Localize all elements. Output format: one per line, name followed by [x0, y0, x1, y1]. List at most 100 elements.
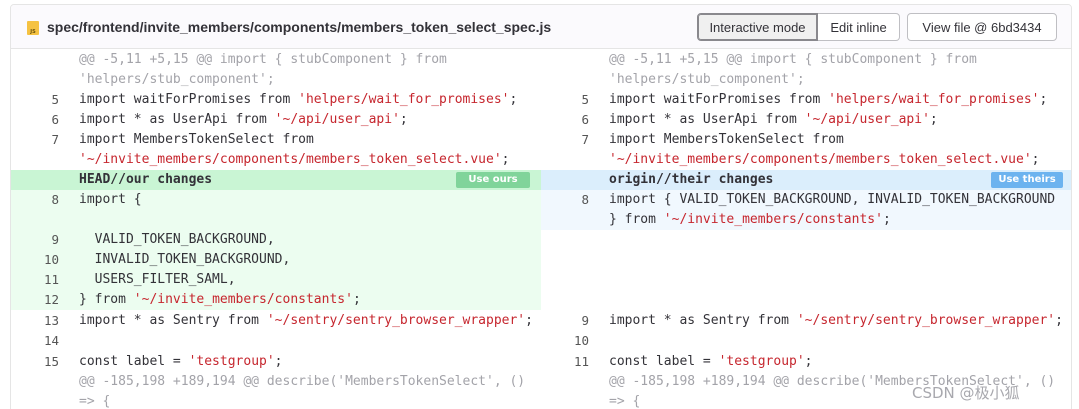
- diff-file: JS spec/frontend/invite_members/componen…: [10, 4, 1072, 409]
- line-number: 8: [581, 192, 589, 207]
- interactive-mode-button[interactable]: Interactive mode: [697, 13, 818, 41]
- use-ours-button[interactable]: Use ours: [456, 172, 530, 188]
- code-string: 'helpers/wait_for_promises': [828, 92, 1040, 107]
- code-line: '~/invite_members/components/members_tok…: [79, 150, 539, 170]
- file-path[interactable]: spec/frontend/invite_members/components/…: [47, 19, 551, 35]
- line-number: 14: [43, 333, 59, 348]
- ours-bg: [11, 210, 541, 230]
- line-number: 5: [581, 92, 589, 107]
- line-number: 10: [43, 252, 59, 267]
- code-line: import waitForPromises from 'helpers/wai…: [609, 90, 1064, 110]
- code-text: ;: [1039, 92, 1048, 107]
- line-number: 9: [51, 232, 59, 247]
- conflict-row: 10 INVALID_TOKEN_BACKGROUND,: [11, 250, 1071, 270]
- code-line: } from '~/invite_members/constants';: [609, 210, 1064, 230]
- line-number: 7: [581, 132, 589, 147]
- conflict-row: 9 VALID_TOKEN_BACKGROUND,: [11, 230, 1071, 250]
- code-text: ;: [804, 354, 813, 369]
- diff-row: 14 10: [11, 331, 1071, 351]
- hunk-header-row: 'helpers/stub_component'; 'helpers/stub_…: [11, 70, 1071, 90]
- diff-row: 6 import * as UserApi from '~/api/user_a…: [11, 110, 1071, 130]
- code-text: import waitForPromises from: [79, 92, 299, 107]
- line-number: 6: [581, 112, 589, 127]
- diff-row: 5 import waitForPromises from 'helpers/w…: [11, 90, 1071, 110]
- code-text: ;: [1055, 313, 1063, 328]
- edit-inline-button[interactable]: Edit inline: [818, 13, 900, 41]
- code-text: ;: [525, 313, 533, 328]
- code-string: 'testgroup': [188, 354, 275, 369]
- code-line: '~/invite_members/components/members_tok…: [609, 150, 1064, 170]
- code-string: '~/api/user_api': [274, 112, 400, 127]
- code-text: import * as UserApi from: [79, 112, 275, 127]
- line-number: 12: [43, 292, 59, 307]
- code-line: VALID_TOKEN_BACKGROUND,: [79, 232, 275, 247]
- use-theirs-button[interactable]: Use theirs: [991, 172, 1063, 188]
- code-text: } from: [79, 292, 134, 307]
- code-text: ;: [509, 92, 518, 107]
- conflict-row: 8 import { 8 import { VALID_TOKEN_BACKGR…: [11, 190, 1071, 210]
- code-string: '~/invite_members/constants': [663, 212, 883, 227]
- code-line: import {: [79, 192, 142, 207]
- conflict-row: 12 } from '~/invite_members/constants';: [11, 290, 1071, 310]
- code-text: ;: [1031, 152, 1040, 167]
- line-number: 7: [51, 132, 59, 147]
- js-file-icon: JS: [27, 21, 39, 35]
- diff-row: '~/invite_members/components/members_tok…: [11, 150, 1071, 170]
- line-number: 9: [581, 313, 589, 328]
- code-line: import { VALID_TOKEN_BACKGROUND, INVALID…: [609, 192, 1056, 207]
- line-number: 5: [51, 92, 59, 107]
- code-text: import * as UserApi from: [609, 112, 805, 127]
- code-line: const label = 'testgroup';: [79, 352, 539, 372]
- code-text: ;: [399, 112, 408, 127]
- code-text: import waitForPromises from: [609, 92, 829, 107]
- hunk-header-left: => {: [79, 394, 111, 409]
- code-string: 'testgroup': [718, 354, 805, 369]
- diff-row: 7 import MembersTokenSelect from 7 impor…: [11, 130, 1071, 150]
- code-string: '~/sentry/sentry_browser_wrapper': [266, 313, 526, 328]
- mode-toggle-group: Interactive mode Edit inline: [697, 13, 900, 41]
- code-text: ;: [882, 212, 891, 227]
- code-line: import * as UserApi from '~/api/user_api…: [79, 110, 539, 130]
- line-number: 15: [43, 354, 59, 369]
- code-text: ;: [274, 354, 283, 369]
- code-string: '~/invite_members/components/members_tok…: [79, 152, 502, 167]
- code-line: import * as Sentry from '~/sentry/sentry…: [79, 311, 539, 331]
- conflict-row: } from '~/invite_members/constants';: [11, 210, 1071, 230]
- code-text: const label =: [79, 354, 189, 369]
- line-number: 10: [573, 333, 589, 348]
- hunk-header-left: @@ -5,11 +5,15 @@ import { stubComponent…: [79, 52, 447, 67]
- hunk-header-left: @@ -185,198 +189,194 @@ describe('Member…: [79, 374, 526, 389]
- code-text: ;: [352, 292, 361, 307]
- code-line: } from '~/invite_members/constants';: [79, 290, 539, 310]
- code-string: '~/api/user_api': [804, 112, 930, 127]
- code-string: '~/sentry/sentry_browser_wrapper': [796, 313, 1056, 328]
- conflict-header-row: HEAD//our changes origin//their changes …: [11, 170, 1071, 190]
- watermark: CSDN @极小狐: [912, 384, 1020, 402]
- code-text: import MembersTokenSelect from: [79, 132, 314, 147]
- code-line: const label = 'testgroup';: [609, 352, 1064, 372]
- code-string: 'helpers/wait_for_promises': [298, 92, 510, 107]
- line-number: 11: [573, 354, 589, 369]
- code-text: import * as Sentry from: [609, 313, 797, 328]
- js-file-icon-label: JS: [30, 29, 36, 35]
- line-number: 13: [43, 313, 59, 328]
- code-line: import MembersTokenSelect from: [609, 130, 1064, 150]
- hunk-header-right: @@ -5,11 +5,15 @@ import { stubComponent…: [609, 52, 977, 67]
- diff-row: 15 const label = 'testgroup'; 11 const l…: [11, 352, 1071, 372]
- code-string: '~/invite_members/constants': [133, 292, 353, 307]
- code-line: import * as Sentry from '~/sentry/sentry…: [609, 311, 1064, 331]
- code-string: '~/invite_members/components/members_tok…: [609, 152, 1032, 167]
- line-number: 8: [51, 192, 59, 207]
- file-header: JS spec/frontend/invite_members/componen…: [11, 5, 1071, 49]
- view-file-button[interactable]: View file @ 6bd3434: [907, 13, 1057, 41]
- code-text: const label =: [609, 354, 719, 369]
- hunk-header-left: 'helpers/stub_component';: [79, 72, 275, 87]
- diff-row: 13 import * as Sentry from '~/sentry/sen…: [11, 311, 1071, 331]
- code-text: import * as Sentry from: [79, 313, 267, 328]
- code-line: USERS_FILTER_SAML,: [79, 272, 236, 287]
- code-text: ;: [929, 112, 938, 127]
- conflict-row: 11 USERS_FILTER_SAML,: [11, 270, 1071, 290]
- code-line: import MembersTokenSelect from: [79, 130, 539, 150]
- hunk-header-row: @@ -5,11 +5,15 @@ import { stubComponent…: [11, 50, 1071, 70]
- hunk-header-right: 'helpers/stub_component';: [609, 72, 805, 87]
